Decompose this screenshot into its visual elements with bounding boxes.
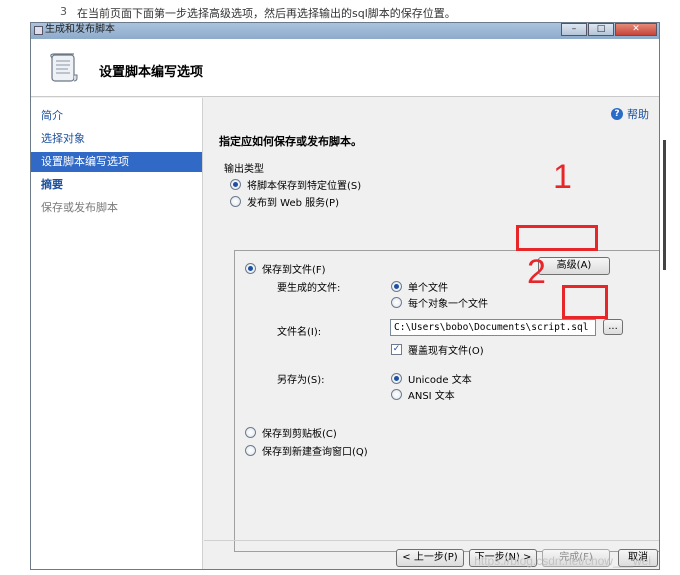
page-title: 设置脚本编写选项 [99, 65, 204, 80]
save-to-query-window-option[interactable]: 保存到新建查询窗口(Q) [245, 443, 368, 458]
single-file-option[interactable]: 单个文件 [391, 279, 448, 294]
save-to-location-label: 将脚本保存到特定位置(S) [247, 181, 362, 192]
title-bar[interactable]: 生成和发布脚本 – □ ✕ [31, 23, 659, 39]
help-icon: ? [611, 108, 623, 120]
overwrite-label: 覆盖现有文件(O) [408, 346, 484, 357]
sidebar-item-save-publish: 保存或发布脚本 [41, 201, 118, 214]
save-to-file-radio[interactable] [245, 263, 256, 274]
sidebar-item-summary[interactable]: 摘要 [31, 175, 202, 195]
ansi-option[interactable]: ANSI 文本 [391, 387, 455, 402]
save-options-panel: 保存到文件(F) 高级(A) 要生成的文件: 单个文件 每个对象一个文件 文件名… [234, 250, 659, 552]
publish-web-radio[interactable] [230, 196, 241, 207]
step-number: 3 [60, 5, 67, 18]
single-file-radio[interactable] [391, 281, 402, 292]
window-title: 生成和发布脚本 [45, 24, 115, 35]
output-type-group: 输出类型 将脚本保存到特定位置(S) 发布到 Web 服务(P) [214, 160, 652, 212]
save-to-query-window-radio[interactable] [245, 445, 256, 456]
save-to-location-option[interactable]: 将脚本保存到特定位置(S) [230, 177, 361, 192]
instruction-caption: 3 在当前页面下面第一步选择高级选项，然后再选择输出的sql脚本的保存位置。 [60, 5, 456, 21]
file-per-object-option[interactable]: 每个对象一个文件 [391, 295, 488, 310]
output-type-label: 输出类型 [224, 164, 264, 175]
overwrite-option[interactable]: ✓ 覆盖现有文件(O) [391, 342, 484, 357]
save-to-clipboard-option[interactable]: 保存到剪贴板(C) [245, 425, 337, 440]
advanced-button[interactable]: 高级(A) [538, 257, 610, 275]
save-to-clipboard-label: 保存到剪贴板(C) [262, 429, 337, 440]
filename-label: 文件名(I): [277, 327, 322, 338]
watermark: https://blog.csdn.net/chow___wei [474, 554, 651, 568]
script-scroll-icon [50, 53, 78, 82]
save-to-file-option[interactable]: 保存到文件(F) [245, 261, 326, 276]
window-icon [34, 26, 43, 35]
save-to-query-window-label: 保存到新建查询窗口(Q) [262, 447, 368, 458]
save-to-location-radio[interactable] [230, 179, 241, 190]
help-label: 帮助 [627, 108, 649, 121]
maximize-button[interactable]: □ [588, 23, 614, 36]
filename-input[interactable]: C:\Users\bobo\Documents\script.sql [390, 319, 596, 336]
wizard-sidebar: 简介 选择对象 设置脚本编写选项 摘要 保存或发布脚本 [31, 98, 203, 569]
instruction-text: 指定应如何保存或发布脚本。 [219, 135, 362, 148]
save-to-clipboard-radio[interactable] [245, 427, 256, 438]
generate-scripts-window: 生成和发布脚本 – □ ✕ 设置脚本编写选项 简介 选择对象 设置脚本编写选项 … [30, 22, 660, 570]
publish-web-option[interactable]: 发布到 Web 服务(P) [230, 194, 339, 209]
save-to-file-label: 保存到文件(F) [262, 265, 326, 276]
minimize-button[interactable]: – [561, 23, 587, 36]
unicode-radio[interactable] [391, 373, 402, 384]
page-edge-bar [663, 140, 666, 270]
ansi-label: ANSI 文本 [408, 391, 455, 402]
wizard-header: 设置脚本编写选项 [31, 39, 659, 97]
help-link[interactable]: ? 帮助 [611, 106, 649, 122]
wizard-content: ? 帮助 指定应如何保存或发布脚本。 输出类型 将脚本保存到特定位置(S) 发布… [204, 98, 659, 569]
sidebar-item-intro[interactable]: 简介 [31, 106, 202, 126]
window-controls: – □ ✕ [561, 23, 657, 37]
previous-button[interactable]: < 上一步(P) [396, 549, 464, 567]
browse-button[interactable]: ... [603, 319, 623, 335]
save-as-label: 另存为(S): [277, 375, 325, 386]
file-per-object-radio[interactable] [391, 297, 402, 308]
unicode-option[interactable]: Unicode 文本 [391, 371, 472, 386]
single-file-label: 单个文件 [408, 283, 448, 294]
sidebar-item-scripting-options[interactable]: 设置脚本编写选项 [31, 152, 202, 172]
unicode-label: Unicode 文本 [408, 375, 472, 386]
footer-separator [204, 540, 659, 541]
caption-text: 在当前页面下面第一步选择高级选项，然后再选择输出的sql脚本的保存位置。 [77, 7, 456, 20]
files-to-generate-label: 要生成的文件: [277, 283, 341, 294]
sidebar-item-choose-objects[interactable]: 选择对象 [31, 129, 202, 149]
annotation-number-1: 1 [553, 158, 572, 196]
close-button[interactable]: ✕ [615, 23, 657, 36]
file-per-object-label: 每个对象一个文件 [408, 299, 488, 310]
annotation-number-2: 2 [527, 253, 546, 291]
overwrite-checkbox[interactable]: ✓ [391, 344, 402, 355]
ansi-radio[interactable] [391, 389, 402, 400]
publish-web-label: 发布到 Web 服务(P) [247, 198, 339, 209]
